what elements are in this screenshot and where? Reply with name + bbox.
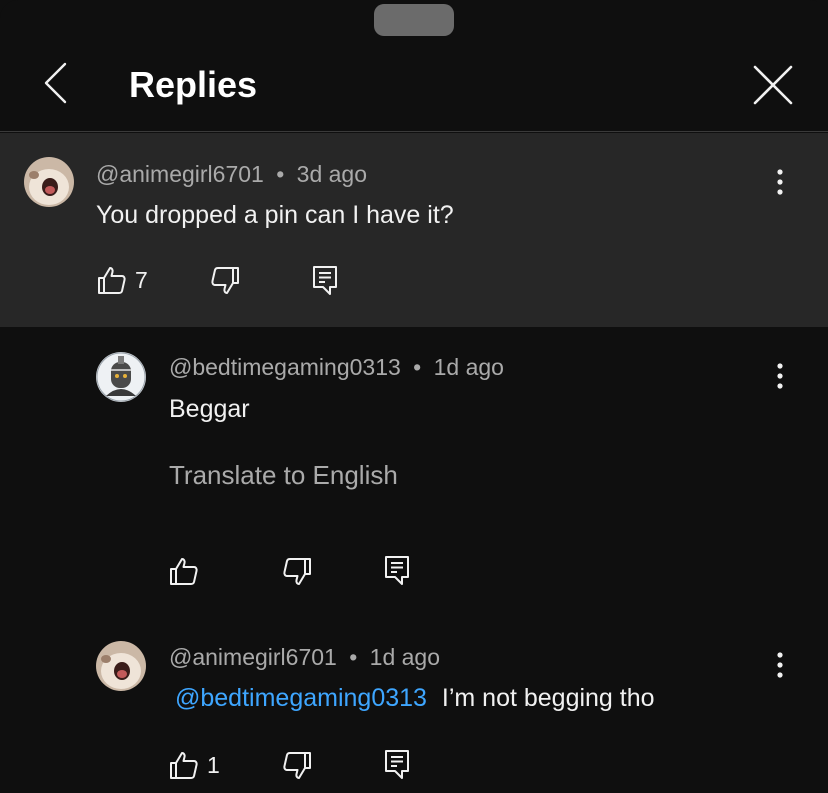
comment-menu-button[interactable] <box>770 359 790 395</box>
comment-time: 1d ago <box>433 354 504 380</box>
thumb-up-icon <box>170 558 198 585</box>
avatar[interactable] <box>96 352 146 402</box>
avatar-image <box>24 157 74 207</box>
dislike-button[interactable] <box>282 557 312 587</box>
kebab-menu-icon <box>777 363 783 389</box>
comment-author[interactable]: @animegirl6701 <box>96 161 264 187</box>
comment-author[interactable]: @animegirl6701 <box>169 644 337 670</box>
comment-text: Beggar <box>169 395 250 423</box>
thumb-up-icon <box>170 752 198 779</box>
mention-link[interactable]: @bedtimegaming0313 <box>175 684 427 712</box>
thumb-up-icon <box>98 267 126 294</box>
avatar[interactable] <box>96 641 146 691</box>
comment-text: @bedtimegaming0313 I’m not begging tho <box>175 684 655 713</box>
comment-author[interactable]: @bedtimegaming0313 <box>169 354 401 380</box>
comment-meta: @animegirl6701 • 3d ago <box>96 161 367 188</box>
close-icon <box>753 65 793 105</box>
comment-menu-button[interactable] <box>770 648 790 684</box>
like-button[interactable] <box>169 556 207 586</box>
avatar-image <box>96 352 146 402</box>
close-button[interactable] <box>750 62 796 108</box>
comment-text-body: I’m not begging tho <box>441 684 655 712</box>
thumb-down-icon <box>283 558 311 585</box>
reply-button[interactable] <box>383 748 411 780</box>
like-count: 1 <box>207 751 220 778</box>
reply-icon <box>313 266 337 295</box>
avatar[interactable] <box>24 157 74 207</box>
kebab-menu-icon <box>777 169 783 195</box>
comment-meta: @bedtimegaming0313 • 1d ago <box>169 354 504 381</box>
replies-sheet: Replies @animegirl6701 • 3d ago You drop… <box>0 0 828 793</box>
thumb-down-icon <box>211 267 239 294</box>
avatar-image <box>96 641 146 691</box>
chevron-left-icon <box>44 62 67 104</box>
comment-time: 1d ago <box>369 644 441 670</box>
comment-text: You dropped a pin can I have it? <box>96 201 454 229</box>
reply-button[interactable] <box>311 264 339 296</box>
comment-meta: @animegirl6701 • 1d ago <box>169 644 440 671</box>
back-button[interactable] <box>32 60 78 106</box>
like-button[interactable]: 1 <box>169 750 220 780</box>
comment-menu-button[interactable] <box>770 165 790 201</box>
kebab-menu-icon <box>777 652 783 678</box>
drag-handle[interactable] <box>374 4 454 36</box>
meta-separator: • <box>349 644 358 670</box>
like-count: 7 <box>135 266 148 293</box>
reply-button[interactable] <box>383 554 411 586</box>
reply-icon <box>385 750 409 779</box>
thumb-down-icon <box>283 752 311 779</box>
comment-time: 3d ago <box>296 161 368 187</box>
meta-separator: • <box>413 354 422 380</box>
like-button[interactable]: 7 <box>97 265 148 295</box>
translate-link[interactable]: Translate to English <box>169 460 398 491</box>
page-title: Replies <box>129 64 258 105</box>
dislike-button[interactable] <box>210 266 240 296</box>
reply-icon <box>385 556 409 585</box>
dislike-button[interactable] <box>282 751 312 781</box>
replies-header: Replies <box>0 40 828 132</box>
parent-comment: @animegirl6701 • 3d ago You dropped a pi… <box>0 133 828 327</box>
meta-separator: • <box>276 161 285 187</box>
